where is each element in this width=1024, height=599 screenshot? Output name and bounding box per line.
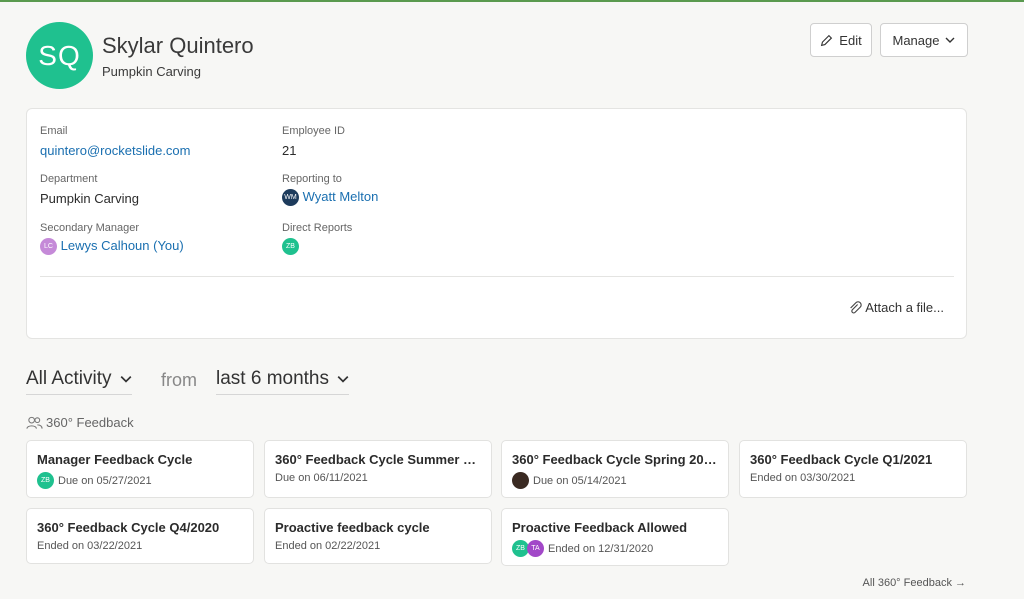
reporting-label: Reporting to	[282, 173, 342, 185]
direct-reports[interactable]: ZB	[282, 238, 299, 256]
feedback-card-status: Ended on 02/22/2021	[275, 540, 380, 552]
participant-avatar: TA	[527, 540, 544, 557]
secondary-manager[interactable]: LC Lewys Calhoun (You)	[40, 238, 184, 256]
feedback-card-status: Ended on 03/30/2021	[750, 472, 855, 484]
email-label: Email	[40, 125, 68, 137]
range-filter[interactable]: last 6 months	[216, 368, 349, 395]
secondary-avatar: LC	[40, 238, 57, 256]
feedback-card[interactable]: Proactive Feedback Allowed ZB TA Ended o…	[501, 508, 729, 566]
feedback-card-title: 360° Feedback Cycle Q4/2020	[37, 520, 220, 535]
reporting-to[interactable]: WM Wyatt Melton	[282, 189, 379, 207]
feedback-card-title: Proactive feedback cycle	[275, 520, 430, 535]
chevron-down-icon	[120, 376, 131, 383]
feedback-card-title: 360° Feedback Cycle Spring 2021	[512, 452, 718, 467]
feedback-card-date: Due on 05/27/2021	[58, 474, 152, 487]
feedback-card-date: Ended on 12/31/2020	[548, 542, 654, 555]
feedback-card-date: Due on 05/14/2021	[533, 474, 627, 487]
manage-button[interactable]: Manage	[880, 23, 968, 57]
feedback-card-status: Due on 06/11/2021	[275, 472, 368, 484]
participant-photo-avatar	[512, 472, 529, 489]
feedback-card-date: Ended on 03/30/2021	[750, 472, 856, 484]
feedback-card-date: Ended on 02/22/2021	[275, 540, 381, 552]
feedback-card[interactable]: 360° Feedback Cycle Summer 2021 Due on 0…	[264, 440, 492, 498]
details-card: Email quintero@rocketslide.com Employee …	[26, 108, 967, 339]
direct-reports-label: Direct Reports	[282, 222, 353, 234]
feedback-card[interactable]: Proactive feedback cycle Ended on 02/22/…	[264, 508, 492, 564]
department-label: Department	[40, 173, 98, 185]
secondary-name-link[interactable]: Lewys Calhoun (You)	[61, 238, 184, 253]
feedback-card-date: Due on 06/11/2021	[275, 472, 368, 484]
feedback-card[interactable]: 360° Feedback Cycle Spring 2021 Due on 0…	[501, 440, 729, 498]
direct-report-avatar[interactable]: ZB	[282, 238, 299, 256]
attach-file-button[interactable]: Attach a file...	[848, 300, 944, 315]
attach-file-label: Attach a file...	[865, 300, 944, 315]
profile-name: Skylar Quintero	[102, 33, 254, 58]
employee-id-label: Employee ID	[282, 125, 345, 137]
feedback-card[interactable]: 360° Feedback Cycle Q1/2021 Ended on 03/…	[739, 440, 967, 498]
feedback-card[interactable]: 360° Feedback Cycle Q4/2020 Ended on 03/…	[26, 508, 254, 564]
profile-department: Pumpkin Carving	[102, 64, 201, 79]
reporting-avatar: WM	[282, 189, 299, 207]
employee-id-value: 21	[282, 143, 297, 158]
feedback-card-title: Proactive Feedback Allowed	[512, 520, 688, 535]
profile-avatar: SQ	[26, 22, 93, 89]
department-value: Pumpkin Carving	[40, 191, 139, 206]
email-link[interactable]: quintero@rocketslide.com	[40, 143, 190, 158]
card-divider	[40, 276, 954, 277]
feedback-section-title: 360° Feedback	[26, 415, 134, 430]
participant-avatar: ZB	[37, 472, 54, 489]
all-feedback-link[interactable]: All 360° Feedback →	[863, 577, 966, 589]
pencil-icon	[821, 34, 833, 46]
chevron-down-icon	[337, 376, 349, 383]
feedback-card-status: ZB TA Ended on 12/31/2020	[512, 540, 653, 557]
feedback-card-title: 360° Feedback Cycle Q1/2021	[750, 452, 933, 467]
feedback-card-status: Due on 05/14/2021	[512, 472, 627, 489]
feedback-card-title: 360° Feedback Cycle Summer 2021	[275, 452, 481, 467]
edit-button[interactable]: Edit	[810, 23, 872, 57]
feedback-card-status: Ended on 03/22/2021	[37, 540, 142, 552]
people-icon	[26, 416, 43, 429]
activity-filter-label: All Activity	[26, 368, 112, 389]
chevron-down-icon	[945, 37, 955, 43]
feedback-section-label: 360° Feedback	[46, 415, 134, 430]
range-filter-label: last 6 months	[216, 368, 329, 389]
feedback-card-title: Manager Feedback Cycle	[37, 452, 193, 467]
secondary-manager-label: Secondary Manager	[40, 222, 140, 234]
feedback-card-status: ZB Due on 05/27/2021	[37, 472, 152, 489]
feedback-card[interactable]: Manager Feedback Cycle ZB Due on 05/27/2…	[26, 440, 254, 498]
from-label: from	[161, 370, 197, 390]
edit-label: Edit	[839, 32, 862, 48]
feedback-card-date: Ended on 03/22/2021	[37, 540, 143, 552]
activity-filter[interactable]: All Activity	[26, 368, 132, 395]
paperclip-icon	[850, 300, 862, 313]
reporting-name-link[interactable]: Wyatt Melton	[303, 189, 379, 204]
manage-label: Manage	[892, 32, 940, 48]
